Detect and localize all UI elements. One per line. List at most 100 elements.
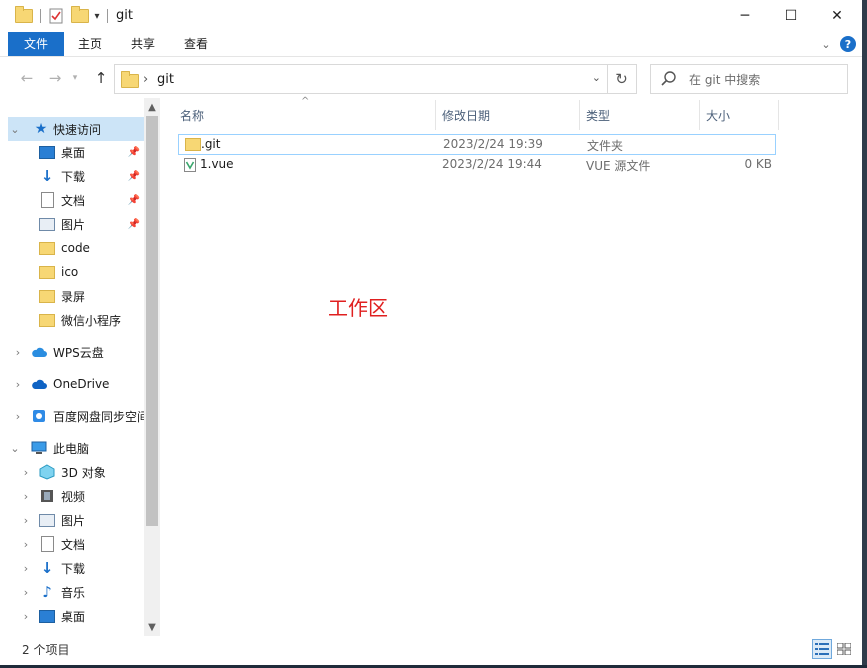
- column-divider[interactable]: [699, 100, 700, 130]
- workspace-annotation: 工作区: [328, 296, 388, 320]
- status-bar: 2 个项目: [0, 636, 862, 665]
- file-name: .git: [201, 137, 221, 151]
- nav-item-3d-objects[interactable]: › 3D 对象: [8, 460, 144, 484]
- properties-icon[interactable]: [46, 6, 66, 26]
- chevron-right-icon[interactable]: ›: [13, 346, 23, 359]
- nav-item-code[interactable]: code: [8, 236, 144, 260]
- column-header-modified[interactable]: 修改日期: [442, 104, 490, 128]
- refresh-button[interactable]: ↻: [607, 64, 637, 94]
- details-view-button[interactable]: [812, 639, 832, 659]
- chevron-down-icon[interactable]: ⌄: [10, 123, 20, 136]
- chevron-right-icon[interactable]: ›: [21, 466, 31, 479]
- file-row-git-folder[interactable]: .git 2023/2/24 19:39 文件夹: [178, 134, 776, 155]
- nav-item-onedrive[interactable]: › OneDrive: [8, 372, 144, 396]
- tab-share[interactable]: 共享: [118, 32, 168, 56]
- search-input[interactable]: [687, 70, 841, 90]
- quick-access-dropdown-icon[interactable]: ▾: [90, 6, 104, 26]
- column-header-size[interactable]: 大小: [706, 104, 730, 128]
- nav-item-ico[interactable]: ico: [8, 260, 144, 284]
- chevron-right-icon[interactable]: ›: [21, 538, 31, 551]
- column-header-type[interactable]: 类型: [586, 104, 610, 128]
- large-icons-view-button[interactable]: [834, 639, 854, 659]
- nav-label: 桌面: [61, 145, 86, 160]
- nav-label: WPS云盘: [53, 345, 104, 360]
- nav-item-pc-downloads[interactable]: › ↓ 下载: [8, 556, 144, 580]
- nav-scrollbar[interactable]: ▲ ▼: [144, 98, 160, 636]
- pin-icon[interactable]: 📌: [128, 219, 140, 230]
- title-separator: [107, 9, 108, 23]
- search-box[interactable]: [650, 64, 848, 94]
- nav-item-downloads[interactable]: ↓ 下载 📌: [8, 164, 144, 188]
- column-divider[interactable]: [778, 100, 779, 130]
- pin-icon[interactable]: 📌: [128, 147, 140, 158]
- address-bar[interactable]: › git ⌄: [114, 64, 608, 94]
- address-dropdown-icon[interactable]: ⌄: [592, 71, 601, 84]
- help-icon[interactable]: ?: [840, 36, 856, 52]
- chevron-right-icon[interactable]: ›: [21, 586, 31, 599]
- nav-item-pc-pictures[interactable]: › 图片: [8, 508, 144, 532]
- chevron-right-icon[interactable]: ›: [21, 514, 31, 527]
- baidu-sync-icon: [31, 408, 47, 424]
- file-size: 0 KB: [744, 157, 772, 171]
- nav-label: 文档: [61, 537, 86, 552]
- nav-item-music[interactable]: › ♪ 音乐: [8, 580, 144, 604]
- folder-icon: [39, 312, 55, 328]
- file-row-1-vue[interactable]: 1.vue 2023/2/24 19:44 VUE 源文件 0 KB: [178, 155, 776, 176]
- nav-item-pc-desktop[interactable]: › 桌面: [8, 604, 144, 628]
- maximize-button[interactable]: ☐: [768, 0, 814, 32]
- column-divider[interactable]: [435, 100, 436, 130]
- desktop-icon: [39, 144, 55, 160]
- pin-icon[interactable]: 📌: [128, 171, 140, 182]
- nav-item-documents[interactable]: 文档 📌: [8, 188, 144, 212]
- column-divider[interactable]: [579, 100, 580, 130]
- nav-item-pictures[interactable]: 图片 📌: [8, 212, 144, 236]
- scrollbar-thumb[interactable]: [146, 116, 158, 526]
- star-icon: ★: [34, 121, 48, 137]
- close-button[interactable]: ✕: [814, 0, 860, 32]
- nav-label: 快速访问: [53, 122, 102, 137]
- file-type: 文件夹: [587, 139, 624, 153]
- scroll-down-icon[interactable]: ▼: [144, 622, 160, 633]
- file-modified: 2023/2/24 19:44: [442, 157, 542, 171]
- back-button[interactable]: ←: [16, 67, 38, 89]
- nav-label: 下载: [61, 169, 86, 184]
- tab-view[interactable]: 查看: [172, 32, 220, 56]
- up-button[interactable]: ↑: [90, 67, 112, 89]
- minimize-button[interactable]: ─: [722, 0, 768, 32]
- file-list: ^ 名称 修改日期 类型 大小 .git 2023/2/24 19:39 文件夹…: [168, 96, 862, 636]
- nav-item-wps-cloud[interactable]: › WPS云盘: [8, 340, 144, 364]
- nav-item-pc-documents[interactable]: › 文档: [8, 532, 144, 556]
- forward-button[interactable]: →: [44, 67, 66, 89]
- breadcrumb-chevron-icon[interactable]: ›: [143, 72, 148, 87]
- nav-label: ico: [61, 265, 79, 279]
- nav-item-videos[interactable]: › 视频: [8, 484, 144, 508]
- chevron-right-icon[interactable]: ›: [13, 378, 23, 391]
- new-folder-icon[interactable]: [70, 6, 90, 26]
- chevron-right-icon[interactable]: ›: [21, 610, 31, 623]
- nav-item-this-pc[interactable]: ⌄ 此电脑: [8, 436, 144, 460]
- chevron-right-icon[interactable]: ›: [13, 410, 23, 423]
- scroll-up-icon[interactable]: ▲: [144, 102, 160, 113]
- video-icon: [39, 488, 55, 504]
- nav-item-desktop[interactable]: 桌面 📌: [8, 140, 144, 164]
- tab-file[interactable]: 文件: [8, 32, 64, 56]
- breadcrumb-git[interactable]: git: [157, 72, 174, 87]
- picture-icon: [39, 216, 55, 232]
- nav-label: 此电脑: [53, 441, 90, 456]
- column-header-name[interactable]: 名称: [180, 104, 204, 128]
- chevron-down-icon[interactable]: ⌄: [10, 442, 20, 455]
- nav-quick-access[interactable]: ⌄ ★ 快速访问: [8, 117, 144, 141]
- ribbon-tabs: 文件 主页 共享 查看 ⌄ ?: [0, 32, 862, 57]
- desktop-icon: [39, 608, 55, 624]
- nav-item-baidu-sync[interactable]: › 百度网盘同步空间: [8, 404, 149, 428]
- folder-icon: [14, 6, 34, 26]
- expand-ribbon-icon[interactable]: ⌄: [818, 36, 834, 52]
- nav-label: 微信小程序: [61, 313, 122, 328]
- chevron-right-icon[interactable]: ›: [21, 562, 31, 575]
- nav-item-recordings[interactable]: 录屏: [8, 284, 144, 308]
- pin-icon[interactable]: 📌: [128, 195, 140, 206]
- recent-locations-icon[interactable]: ▾: [68, 67, 82, 89]
- tab-home[interactable]: 主页: [66, 32, 114, 56]
- chevron-right-icon[interactable]: ›: [21, 490, 31, 503]
- nav-item-wechat-miniprogram[interactable]: 微信小程序: [8, 308, 144, 332]
